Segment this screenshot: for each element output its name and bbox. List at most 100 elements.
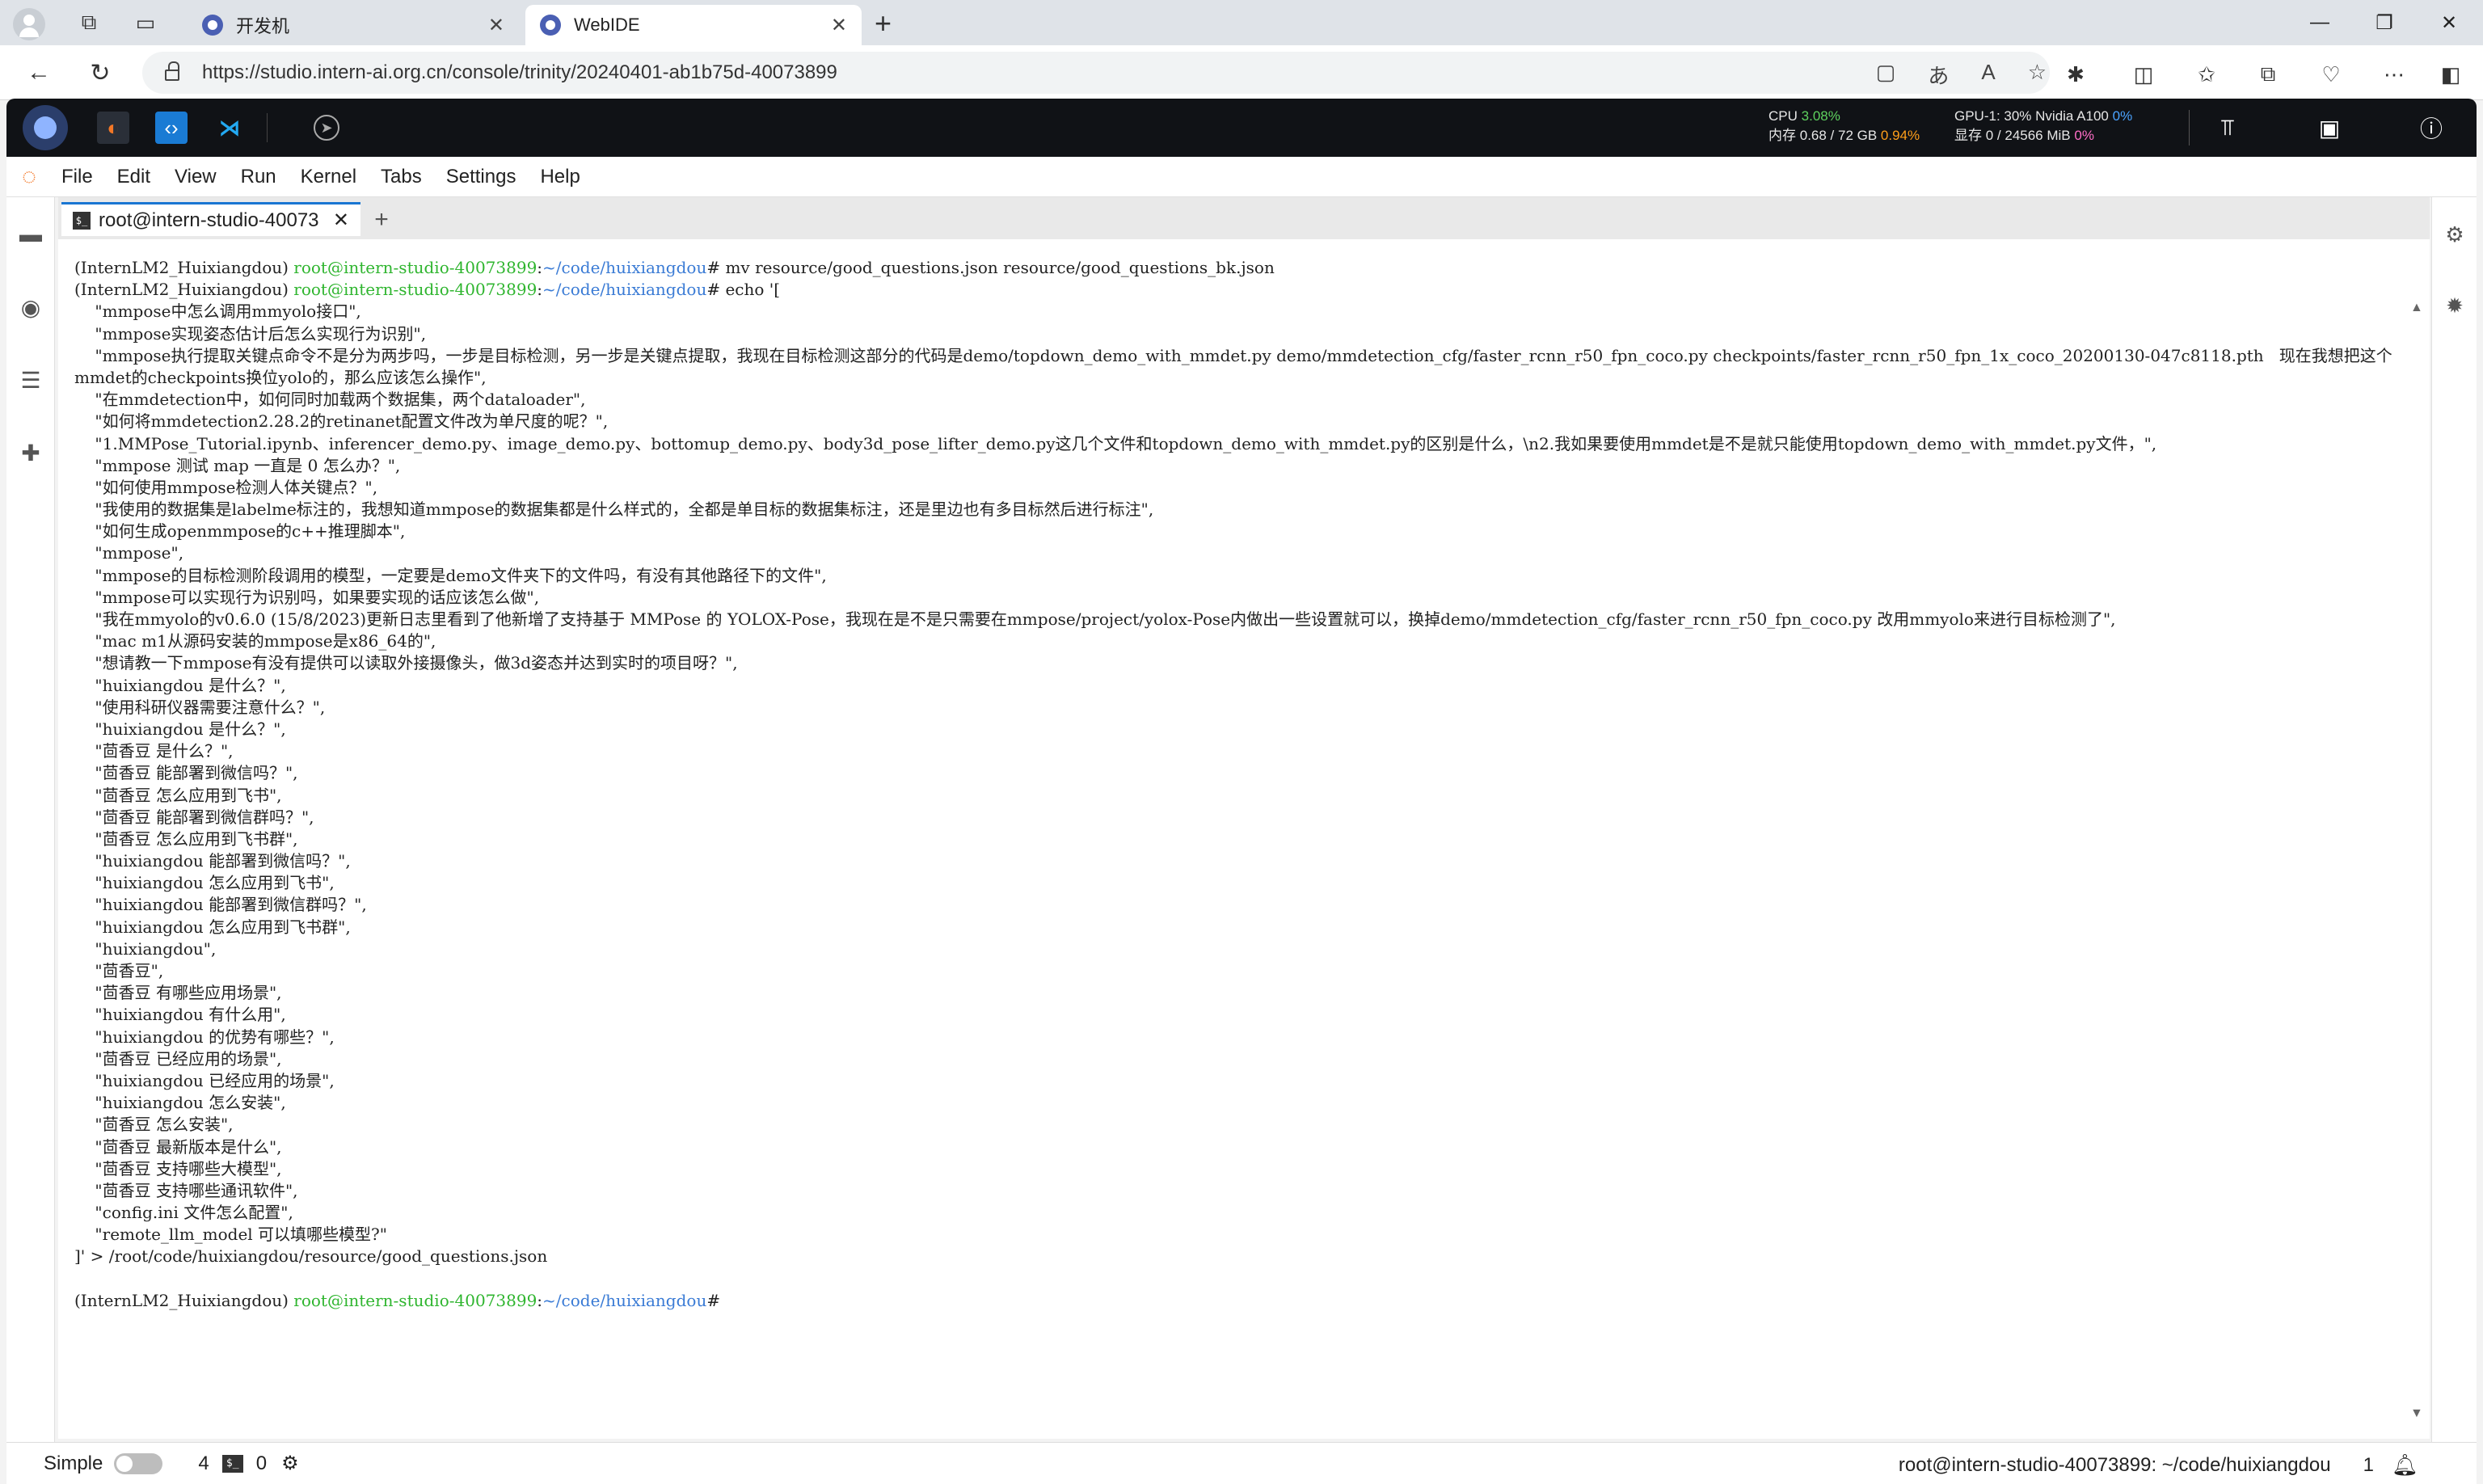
- right-sidebar: ⚙ ✹: [2431, 197, 2477, 1442]
- compass-icon[interactable]: ➤: [314, 115, 339, 141]
- favorite-star-icon[interactable]: ☆: [2028, 60, 2047, 90]
- terminal-line: "mmpose执行提取关键点命令不是分为两步吗，一步是目标检测，另一步是关键点提…: [74, 345, 2392, 387]
- vram-percent: 0%: [2074, 128, 2094, 143]
- terminal-tab-label: root@intern-studio-40073: [99, 209, 319, 231]
- resource-stats: CPU 3.08% GPU-1: 30% Nvidia A100 0% 内存 0…: [1768, 107, 2189, 149]
- terminal-line: "想请教一下mmpose有没有提供可以读取外接摄像头，做3d姿态并达到实时的项目…: [74, 653, 738, 673]
- terminal-line: "huixiangdou",: [74, 938, 217, 959]
- terminal-line: "如何生成openmmpose的c++推理脚本",: [74, 521, 406, 542]
- menu-file[interactable]: File: [61, 166, 93, 188]
- stats-divider: [2189, 110, 2190, 145]
- terminal-scrollbar[interactable]: ▲ ▼: [2409, 239, 2425, 1439]
- menu-settings[interactable]: Settings: [446, 166, 516, 188]
- kernel-status-icon[interactable]: ⚙: [281, 1452, 299, 1475]
- left-sidebar: ▬ ◉ ☰ ✚: [6, 197, 55, 1442]
- tab-actions-icon[interactable]: ▭: [131, 10, 160, 36]
- vscode-icon[interactable]: ⋊: [213, 112, 246, 144]
- terminal-line: "mmpose的目标检测阶段调用的模型，一定要是demo文件夹下的文件吗，有没有…: [74, 565, 827, 585]
- minimize-button[interactable]: —: [2287, 5, 2352, 40]
- sidebar-toggle-icon[interactable]: ◧: [2435, 58, 2467, 91]
- terminal-line: "huixiangdou 怎么安装",: [74, 1093, 286, 1113]
- refresh-button[interactable]: ↻: [84, 57, 116, 89]
- document-area: $_ root@intern-studio-40073 ✕ + (InternL…: [58, 197, 2430, 1439]
- terminal-line: "我使用的数据集是labelme标注的，我想知道mmpose的数据集都是什么样式…: [74, 500, 1154, 520]
- terminal-icon: $_: [73, 211, 91, 230]
- menu-run[interactable]: Run: [241, 166, 276, 188]
- terminal-output[interactable]: (InternLM2_Huixiangdou) root@intern-stud…: [58, 239, 2430, 1439]
- info-icon[interactable]: ⓘ: [2415, 112, 2447, 144]
- cpu-label: CPU: [1768, 108, 1798, 124]
- extension-manager-icon[interactable]: ✚: [18, 440, 44, 466]
- table-of-contents-icon[interactable]: ☰: [18, 367, 44, 393]
- terminal-prompt: (InternLM2_Huixiangdou) root@intern-stud…: [74, 1290, 721, 1310]
- back-button[interactable]: ←: [23, 57, 55, 89]
- intern-logo[interactable]: [23, 105, 68, 150]
- intern-favicon-icon: [202, 15, 223, 36]
- menu-bar: ◌ File Edit View Run Kernel Tabs Setting…: [6, 157, 2477, 197]
- profile-icon[interactable]: [13, 8, 45, 40]
- terminal-line: "如何将mmdetection2.28.2的retinanet配置文件改为单尺度…: [74, 411, 609, 432]
- url-field[interactable]: https://studio.intern-ai.org.cn/console/…: [142, 52, 2050, 94]
- close-icon[interactable]: ✕: [488, 14, 504, 37]
- terminal-count[interactable]: 0: [256, 1452, 267, 1475]
- gpu-percent: 0%: [2112, 108, 2133, 124]
- new-tab-button[interactable]: +: [875, 6, 892, 40]
- menu-view[interactable]: View: [175, 166, 217, 188]
- terminal-line: (InternLM2_Huixiangdou) root@intern-stud…: [74, 280, 781, 300]
- debugger-icon[interactable]: ✹: [2442, 293, 2468, 318]
- browser-tab-webide[interactable]: WebIDE ✕: [525, 5, 862, 45]
- translate-icon[interactable]: あ: [1928, 60, 1949, 90]
- intern-favicon-icon: [540, 15, 561, 36]
- scroll-up-icon[interactable]: ▲: [2410, 301, 2423, 315]
- terminal-line: "茴香豆 有哪些应用场景",: [74, 983, 282, 1003]
- restore-button[interactable]: ❐: [2352, 5, 2417, 40]
- add-launcher-button[interactable]: +: [367, 205, 396, 234]
- read-aloud-icon[interactable]: A: [1981, 60, 1995, 90]
- terminal-line: "mmpose中怎么调用mmyolo接口",: [74, 301, 361, 322]
- terminal-line: "在mmdetection中，如何同时加载两个数据集，两个dataloader"…: [74, 390, 586, 410]
- menu-kernel[interactable]: Kernel: [301, 166, 356, 188]
- browser-tab-devmachine[interactable]: 开发机 ✕: [188, 5, 519, 45]
- simple-mode-toggle[interactable]: [114, 1452, 163, 1474]
- terminal-line: "茴香豆 能部署到微信吗？",: [74, 763, 298, 783]
- menu-help[interactable]: Help: [540, 166, 580, 188]
- terminal-tab[interactable]: $_ root@intern-studio-40073 ✕: [61, 202, 360, 236]
- running-kernels-icon[interactable]: ◉: [18, 294, 44, 320]
- close-icon[interactable]: ✕: [831, 14, 847, 37]
- browser-essentials-icon[interactable]: ♡: [2315, 58, 2347, 91]
- terminal-line: "我在mmyolo的v0.6.0 (15/8/2023)更新日志里看到了他新增了…: [74, 609, 2116, 630]
- terminal-line: "茴香豆 怎么应用到飞书",: [74, 785, 282, 805]
- terminal-line: ]' > /root/code/huixiangdou/resource/goo…: [74, 1246, 548, 1267]
- tensorflow-icon[interactable]: ⫪: [2211, 112, 2244, 144]
- address-bar-row: ← ↻ https://studio.intern-ai.org.cn/cons…: [0, 45, 2483, 100]
- property-inspector-icon[interactable]: ⚙: [2442, 221, 2468, 247]
- menu-edit[interactable]: Edit: [117, 166, 150, 188]
- folder-icon[interactable]: ▬: [18, 221, 44, 247]
- code-editor-icon[interactable]: ‹›: [155, 112, 188, 144]
- more-options-icon[interactable]: ⋯: [2378, 58, 2410, 91]
- extensions-icon[interactable]: ✱: [2059, 58, 2092, 91]
- image-monitor-icon[interactable]: ▣: [2313, 112, 2346, 144]
- kernel-count[interactable]: 4: [198, 1452, 209, 1475]
- collections-icon[interactable]: ⧉: [2252, 58, 2284, 91]
- close-icon[interactable]: ✕: [333, 209, 349, 232]
- scroll-down-icon[interactable]: ▼: [2410, 1406, 2423, 1421]
- toolbar-divider: [267, 113, 268, 142]
- menu-tabs[interactable]: Tabs: [381, 166, 422, 188]
- bell-icon[interactable]: 🔔︎: [2392, 1452, 2418, 1478]
- split-screen-icon[interactable]: ◫: [2127, 58, 2160, 91]
- clipboard-icon[interactable]: ▢: [1876, 60, 1896, 90]
- cpu-value: 3.08%: [1801, 108, 1840, 124]
- terminal-line: "mac m1从源码安装的mmpose是x86_64的",: [74, 631, 436, 651]
- workspaces-icon[interactable]: ⧉: [74, 10, 103, 36]
- favorites-icon[interactable]: ✩: [2190, 58, 2223, 91]
- terminal-line: "huixiangdou 怎么应用到飞书",: [74, 873, 335, 893]
- jupyter-icon[interactable]: ◐: [97, 112, 129, 144]
- terminal-line: "mmpose 测试 map 一直是 0 怎么办？",: [74, 455, 401, 475]
- notification-count: 1: [2363, 1453, 2374, 1476]
- vram-value: 0 / 24566 MiB: [1985, 128, 2071, 143]
- mem-label: 内存: [1768, 128, 1796, 143]
- terminal-line: "茴香豆 怎么安装",: [74, 1115, 234, 1135]
- window-close-button[interactable]: ✕: [2417, 5, 2481, 40]
- url-actions: ▢ あ A ☆: [1876, 60, 2047, 90]
